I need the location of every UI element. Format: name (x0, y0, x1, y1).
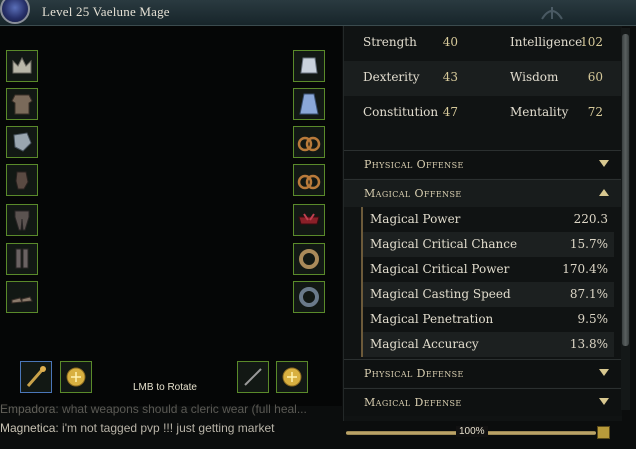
stat-value: 170.4% (562, 262, 608, 276)
ornament-icon (541, 7, 563, 20)
attribute-name: Wisdom (510, 70, 559, 84)
stat-name: Magical Critical Power (370, 262, 510, 276)
attribute-value: 60 (587, 70, 603, 84)
stat-value: 87.1% (569, 287, 608, 301)
slot-gauntlet[interactable] (6, 126, 38, 158)
slot-earring-1[interactable] (293, 126, 325, 158)
stat-name: Magical Casting Speed (370, 287, 511, 301)
title-bar: Level 25 Vaelune Mage (0, 0, 636, 26)
stat-value: 9.5% (577, 312, 609, 326)
stats-panel: Strength 40 Intelligence 102 Dexterity 4… (343, 26, 622, 421)
attribute-row: Constitution 47 Mentality 72 (344, 96, 622, 131)
chevron-up-icon (599, 189, 609, 196)
section-magical-offense[interactable]: Magical Offense (344, 179, 622, 207)
zoom-reset-button[interactable] (597, 426, 610, 439)
section-physical-defense[interactable]: Physical Defense (344, 359, 622, 387)
attribute-name: Strength (363, 35, 417, 49)
section-label: Physical Defense (364, 367, 464, 380)
stat-row: Magical Critical Power 170.4% (363, 257, 614, 282)
slot-gloves[interactable] (6, 164, 38, 196)
attribute-value: 102 (580, 35, 603, 49)
leg-armor-icon (14, 210, 30, 231)
stat-name: Magical Critical Chance (370, 237, 518, 251)
stat-name: Magical Accuracy (370, 337, 479, 351)
shoes-icon (11, 296, 33, 304)
slot-legs[interactable] (6, 204, 38, 236)
stat-name: Magical Power (370, 212, 461, 226)
class-emblem-icon[interactable] (0, 0, 30, 24)
stat-row: Magical Casting Speed 87.1% (363, 282, 614, 307)
section-label: Physical Offense (364, 158, 464, 171)
attribute-grid: Strength 40 Intelligence 102 Dexterity 4… (344, 26, 622, 131)
attribute-row: Dexterity 43 Wisdom 60 (344, 61, 622, 96)
stat-value: 13.8% (569, 337, 608, 351)
ring-icon (299, 287, 319, 307)
stat-name: Magical Penetration (370, 312, 494, 326)
staff-icon (26, 366, 46, 387)
cape-icon (299, 93, 319, 115)
attribute-value: 72 (587, 105, 603, 119)
slot-ring-1[interactable] (293, 243, 325, 275)
orb-icon (66, 367, 86, 387)
wand-icon (244, 368, 262, 386)
bracer-icon (300, 57, 318, 74)
glove-icon (15, 171, 29, 190)
zoom-slider[interactable]: 100% (346, 424, 596, 442)
section-label: Magical Offense (364, 187, 462, 200)
orb-icon (282, 367, 302, 387)
slot-shoes[interactable] (6, 281, 38, 313)
rotate-hint: LMB to Rotate (133, 382, 197, 393)
stat-row: Magical Power 220.3 (363, 207, 614, 232)
belt-icon (298, 213, 320, 225)
slot-alt-main-hand[interactable] (237, 361, 269, 393)
chat-log: Empadora: what weapons should a cleric w… (0, 402, 345, 449)
chevron-down-icon (599, 160, 609, 167)
attribute-name: Dexterity (363, 70, 420, 84)
equipment-panel: LMB to Rotate (0, 26, 342, 406)
stat-row: Magical Penetration 9.5% (363, 307, 614, 332)
zoom-label: 100% (456, 426, 488, 437)
slot-main-hand[interactable] (20, 361, 52, 393)
stats-scrollbar[interactable] (621, 28, 630, 410)
boots-icon (15, 248, 29, 269)
slot-bracer[interactable] (293, 50, 325, 82)
magical-offense-list: Magical Power 220.3 Magical Critical Cha… (361, 207, 614, 357)
slot-boots[interactable] (6, 243, 38, 275)
stat-value: 220.3 (573, 212, 608, 226)
slot-belt[interactable] (293, 204, 325, 236)
chat-message: Empadora: what weapons should a cleric w… (0, 402, 307, 416)
scrollbar-thumb[interactable] (622, 34, 629, 346)
chat-message: Magnetica: i'm not tagged pvp !!! just g… (0, 421, 275, 435)
stat-row: Magical Critical Chance 15.7% (363, 232, 614, 257)
crown-icon (12, 56, 32, 74)
slot-chest[interactable] (6, 88, 38, 120)
chest-armor-icon (11, 94, 33, 115)
slot-head[interactable] (6, 50, 38, 82)
stat-row: Magical Accuracy 13.8% (363, 332, 614, 357)
earring-icon (297, 174, 321, 190)
section-physical-offense[interactable]: Physical Offense (344, 150, 622, 178)
attribute-row: Strength 40 Intelligence 102 (344, 26, 622, 61)
gauntlet-icon (13, 132, 32, 152)
slot-alt-off-hand[interactable] (276, 361, 308, 393)
attribute-value: 43 (442, 70, 458, 84)
ring-icon (299, 249, 319, 269)
slot-ring-2[interactable] (293, 281, 325, 313)
section-label: Magical Defense (364, 396, 462, 409)
attribute-name: Mentality (510, 105, 569, 119)
attribute-value: 40 (442, 35, 458, 49)
chevron-down-icon (599, 398, 609, 405)
slot-earring-2[interactable] (293, 164, 325, 196)
stat-value: 15.7% (569, 237, 608, 251)
slot-off-hand[interactable] (60, 361, 92, 393)
section-magical-defense[interactable]: Magical Defense (344, 388, 622, 416)
slot-cape[interactable] (293, 88, 325, 120)
window-title: Level 25 Vaelune Mage (42, 4, 170, 19)
earring-icon (297, 136, 321, 152)
attribute-value: 47 (442, 105, 458, 119)
chevron-down-icon (599, 369, 609, 376)
